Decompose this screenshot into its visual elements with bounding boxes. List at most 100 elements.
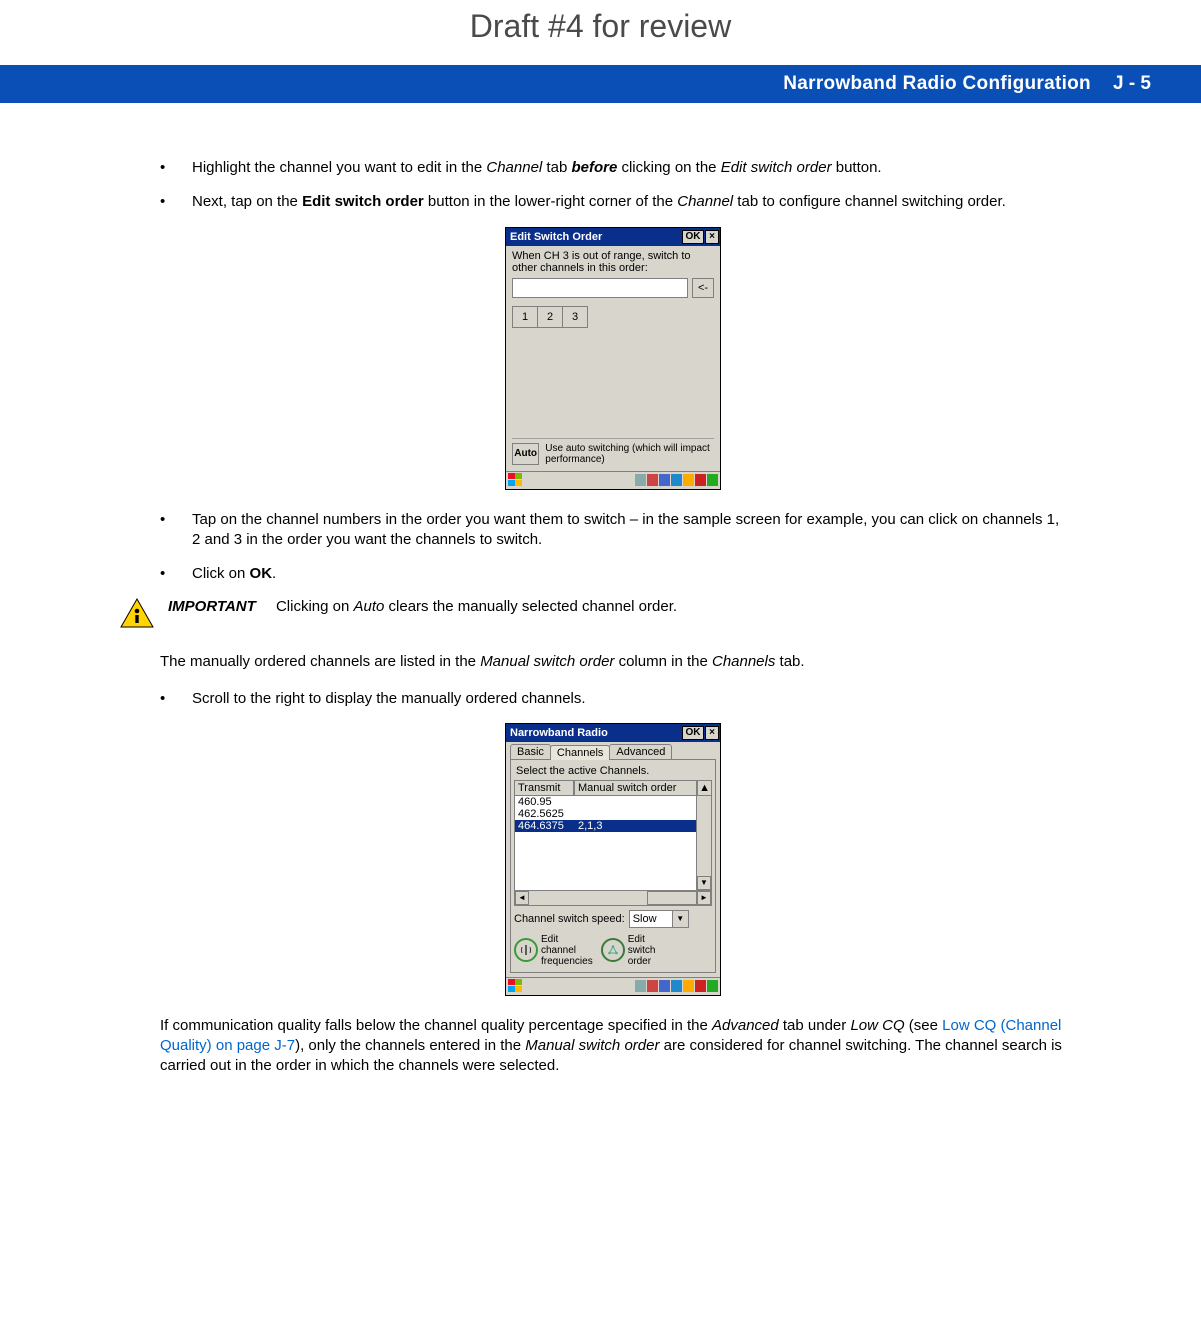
text: Clicking on [276,598,354,615]
cycle-icon [601,938,625,962]
text-b: Edit switch order [302,193,424,210]
bullets-scroll: Scroll to the right to display the manua… [160,689,1066,709]
bullet-item: Tap on the channel numbers in the order … [160,510,1066,551]
col-transmit[interactable]: Transmit [514,780,574,796]
text: . [272,565,276,582]
text-em: Channel [677,193,733,210]
tray-icon[interactable] [707,980,718,992]
tray-icon[interactable] [695,980,706,992]
window-titlebar: Narrowband Radio OK × [506,724,720,742]
cell: 462.5625 [518,808,578,820]
list-body: 460.95 462.5625 464.6375 2,1,3 [514,796,712,891]
channel-2-button[interactable]: 2 [537,306,563,328]
scroll-down[interactable]: ▼ [697,876,711,890]
text: Scroll to the right to display the manua… [192,689,586,709]
subtitle: Select the active Channels. [514,763,712,780]
bullets-mid: Tap on the channel numbers in the order … [160,510,1066,585]
list-header: Transmit Manual switch order ▲ [514,780,712,796]
text-em: Edit switch order [721,159,832,176]
text: ), only the channels entered in the [295,1037,525,1054]
important-note: IMPORTANT Clicking on Auto clears the ma… [120,598,1066,628]
window-edit-switch: Edit Switch Order OK × When CH 3 is out … [505,227,721,490]
text-b: OK [250,565,273,582]
table-row[interactable]: 464.6375 2,1,3 [515,820,696,832]
tray-icon[interactable] [707,474,718,486]
scroll-left[interactable]: ◄ [515,891,529,905]
text: column in the [614,653,712,670]
auto-button[interactable]: Auto [512,443,539,465]
text: Tap on the channel numbers in the order … [192,510,1066,551]
cell: 464.6375 [518,820,578,832]
start-icon[interactable] [508,473,526,487]
scroll-right[interactable]: ► [697,891,711,905]
text: clicking on the [617,159,720,176]
close-button[interactable]: × [705,726,719,740]
text: button. [832,159,882,176]
bullet-item: Scroll to the right to display the manua… [160,689,1066,709]
table-row[interactable]: 460.95 [515,796,696,808]
tab-basic[interactable]: Basic [510,744,551,759]
bullet-item: Next, tap on the Edit switch order butto… [160,192,1066,212]
text: If communication quality falls below the… [160,1017,712,1034]
header-title: Narrowband Radio Configuration [783,73,1091,95]
tray-icon[interactable] [635,980,646,992]
backspace-button[interactable]: <- [692,278,714,298]
text-em: Low CQ [850,1017,904,1034]
vertical-scrollbar[interactable]: ▼ [696,796,711,890]
scroll-up[interactable]: ▲ [697,780,712,796]
text-em: Manual switch order [525,1037,659,1054]
btn-label: Edit channel frequencies [541,934,593,967]
tray-icon[interactable] [647,980,658,992]
tray-icon[interactable] [659,980,670,992]
bullet-item: Click on OK. [160,564,1066,584]
bullet-item: Highlight the channel you want to edit i… [160,158,1066,178]
scroll-thumb[interactable] [647,891,697,905]
channel-1-button[interactable]: 1 [512,306,538,328]
text: tab. [775,653,804,670]
header-bar: Narrowband Radio Configuration J - 5 [0,65,1201,103]
important-label: IMPORTANT [168,598,256,615]
col-manual[interactable]: Manual switch order [574,780,697,796]
text-em: Auto [354,598,385,615]
tab-advanced[interactable]: Advanced [609,744,672,759]
tray-icon[interactable] [647,474,658,486]
tabs: Basic Channels Advanced [506,742,720,759]
speed-dropdown[interactable]: Slow [629,910,689,928]
tab-channels[interactable]: Channels [550,745,610,760]
paragraph: The manually ordered channels are listed… [160,652,1066,672]
cell [578,808,693,820]
tray-icon[interactable] [683,980,694,992]
speed-label: Channel switch speed: [514,913,625,925]
tray-icon[interactable] [695,474,706,486]
tray-icon[interactable] [671,474,682,486]
table-row[interactable]: 462.5625 [515,808,696,820]
taskbar [506,977,720,995]
text: button in the lower-right corner of the [424,193,677,210]
tray-icon[interactable] [671,980,682,992]
horizontal-scrollbar[interactable]: ◄ ► [514,891,712,906]
edit-switch-order-button[interactable]: Edit switch order [601,934,656,967]
window-titlebar: Edit Switch Order OK × [506,228,720,246]
order-field[interactable] [512,278,688,298]
channel-3-button[interactable]: 3 [562,306,588,328]
text: clears the manually selected channel ord… [384,598,677,615]
ok-button[interactable]: OK [682,230,704,244]
header-page: J - 5 [1113,73,1151,95]
close-button[interactable]: × [705,230,719,244]
edit-frequencies-button[interactable]: Edit channel frequencies [514,934,593,967]
ok-button[interactable]: OK [682,726,704,740]
figure-edit-switch-order: Edit Switch Order OK × When CH 3 is out … [160,227,1066,490]
tray-icon[interactable] [683,474,694,486]
tray-icon[interactable] [635,474,646,486]
paragraph: If communication quality falls below the… [160,1016,1066,1077]
window-narrowband: Narrowband Radio OK × Basic Channels Adv… [505,723,721,996]
text-em: Advanced [712,1017,779,1034]
tray-icon[interactable] [659,474,670,486]
draft-title: Draft #4 for review [0,0,1201,65]
start-icon[interactable] [508,979,526,993]
tray-icons [635,474,718,486]
text-em: Manual switch order [480,653,614,670]
text-em: Channels [712,653,775,670]
figure-narrowband-radio: Narrowband Radio OK × Basic Channels Adv… [160,723,1066,996]
text: tab [542,159,571,176]
